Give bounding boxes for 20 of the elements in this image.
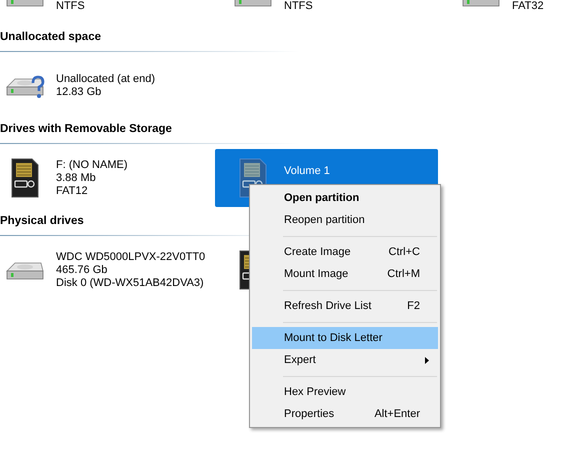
drive-item[interactable]: WDC WD5000LPVX-22V0TT0 465.76 Gb Disk 0 (WD-WX51AB42DVA3) [0,241,210,299]
section-header: Physical drives [0,214,84,230]
menu-item[interactable]: Open partition [252,187,438,209]
menu-item[interactable]: Create Image Ctrl+C [252,241,438,263]
menu-item[interactable]: Properties Alt+Enter [252,403,438,425]
menu-item[interactable]: Mount to Disk Letter [252,327,438,349]
drive-item[interactable]: F: (NO NAME) 3.88 Mb FAT12 [0,149,210,207]
drive-detail: NTFS [284,0,313,13]
drive-item[interactable]: Unallocated (at end) 12.83 Gb [0,57,210,115]
drive-detail: NTFS [56,0,85,13]
menu-item[interactable]: Hex Preview [252,381,438,403]
memory-card-icon [10,157,40,199]
submenu-arrow-icon [425,356,429,364]
drive-detail: FAT32 [512,0,544,13]
menu-item[interactable]: Expert [252,349,438,371]
menu-item[interactable]: Refresh Drive List F2 [252,295,438,317]
menu-item[interactable]: Mount Image Ctrl+M [252,263,438,285]
menu-item[interactable]: Reopen partition [252,209,438,231]
section-header: Drives with Removable Storage [0,122,172,138]
section-header: Unallocated space [0,30,101,46]
